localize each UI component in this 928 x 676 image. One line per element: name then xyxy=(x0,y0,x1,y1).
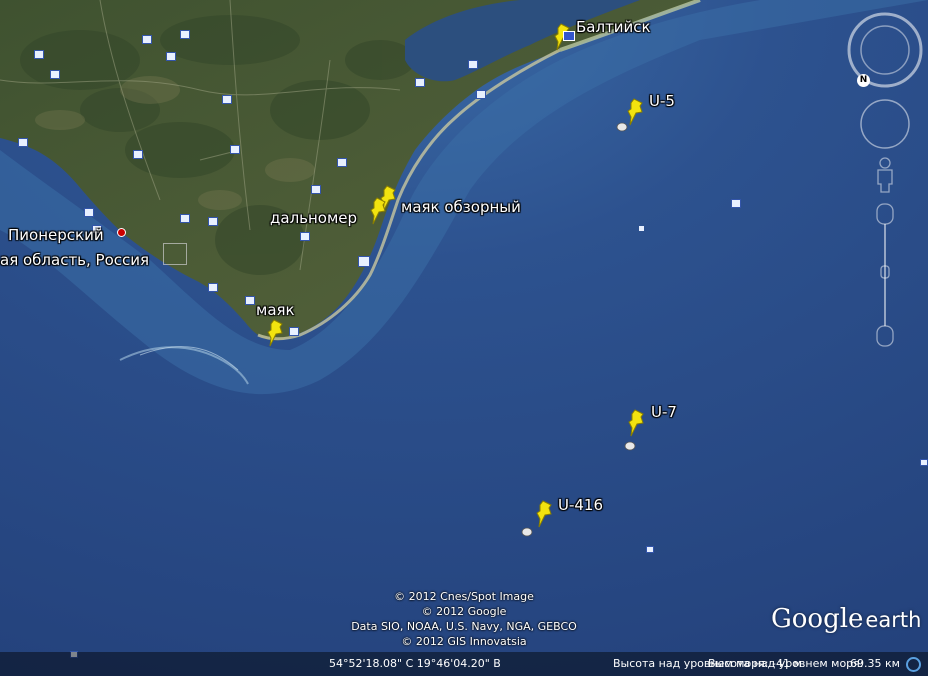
poi-icon[interactable] xyxy=(337,158,347,167)
zoom-slider-icon[interactable] xyxy=(873,202,897,350)
label-u5[interactable]: U-5 xyxy=(649,94,675,109)
poi-icon[interactable] xyxy=(230,145,240,154)
poi-icon[interactable] xyxy=(180,30,190,39)
label-u416[interactable]: U-416 xyxy=(558,498,603,513)
look-joystick-icon[interactable] xyxy=(858,97,912,151)
pushpin-icon[interactable] xyxy=(265,318,287,348)
streaming-indicator-icon xyxy=(906,657,921,672)
poi-icon[interactable] xyxy=(222,95,232,104)
logo-earth: earth xyxy=(865,608,922,632)
submarine-marker-icon[interactable] xyxy=(521,527,533,537)
pushpin-icon[interactable] xyxy=(625,97,647,127)
poi-icon[interactable] xyxy=(18,138,28,147)
label-region[interactable]: ая область, Россия xyxy=(0,253,149,268)
attribution: © 2012 Cnes/Spot Image © 2012 Google Dat… xyxy=(330,589,598,649)
credit-line: © 2012 Google xyxy=(421,605,507,618)
poi-icon[interactable] xyxy=(245,296,255,305)
credit-line: © 2012 Cnes/Spot Image xyxy=(394,590,534,603)
google-earth-logo: Googleearth xyxy=(771,604,921,634)
label-dalnomer[interactable]: дальномер xyxy=(270,211,357,226)
status-coordinates: 54°52'18.08" С 19°46'04.20" В xyxy=(329,657,501,670)
poi-icon[interactable] xyxy=(50,70,60,79)
poi-icon[interactable] xyxy=(639,226,644,231)
poi-icon[interactable] xyxy=(311,185,321,194)
label-mayak[interactable]: маяк xyxy=(256,303,295,318)
poi-icon[interactable] xyxy=(289,327,299,336)
poi-icon[interactable] xyxy=(208,217,218,226)
compass-north-marker[interactable]: N xyxy=(857,74,870,87)
harbor-icon[interactable] xyxy=(563,31,575,41)
poi-icon[interactable] xyxy=(180,214,190,223)
label-baltiysk[interactable]: Балтийск xyxy=(576,20,651,35)
submarine-marker-icon[interactable] xyxy=(616,122,628,132)
poi-icon[interactable] xyxy=(34,50,44,59)
label-mayak-obzorny[interactable]: маяк обзорный xyxy=(401,200,521,215)
status-eye-altitude-value: 69.35 км xyxy=(850,657,900,670)
poi-icon[interactable] xyxy=(300,232,310,241)
street-view-icon[interactable] xyxy=(873,156,897,196)
credit-line: Data SIO, NOAA, U.S. Navy, NGA, GEBCO xyxy=(351,620,577,633)
logo-google: Google xyxy=(771,604,864,634)
crosshair-icon xyxy=(163,243,187,265)
poi-icon[interactable] xyxy=(84,208,94,217)
city-dot-icon[interactable] xyxy=(117,228,126,237)
poi-icon[interactable] xyxy=(468,60,478,69)
poi-icon[interactable] xyxy=(166,52,176,61)
poi-icon[interactable] xyxy=(358,256,370,267)
poi-icon[interactable] xyxy=(142,35,152,44)
status-eye-altitude-label: Высота над уровнем моря: xyxy=(708,657,864,670)
satellite-map[interactable] xyxy=(0,0,928,676)
poi-icon[interactable] xyxy=(476,90,486,99)
label-u7[interactable]: U-7 xyxy=(651,405,677,420)
poi-icon[interactable] xyxy=(646,546,654,553)
credit-line: © 2012 GIS Innovatsia xyxy=(401,635,527,648)
label-pionersky[interactable]: Пионерский xyxy=(8,228,104,243)
poi-icon[interactable] xyxy=(133,150,143,159)
pushpin-icon[interactable] xyxy=(534,499,556,529)
submarine-marker-icon[interactable] xyxy=(624,441,636,451)
pushpin-icon[interactable] xyxy=(626,408,648,438)
poi-icon[interactable] xyxy=(920,459,928,466)
poi-icon[interactable] xyxy=(208,283,218,292)
poi-icon[interactable] xyxy=(731,199,741,208)
pushpin-icon[interactable] xyxy=(368,196,390,226)
poi-icon[interactable] xyxy=(415,78,425,87)
